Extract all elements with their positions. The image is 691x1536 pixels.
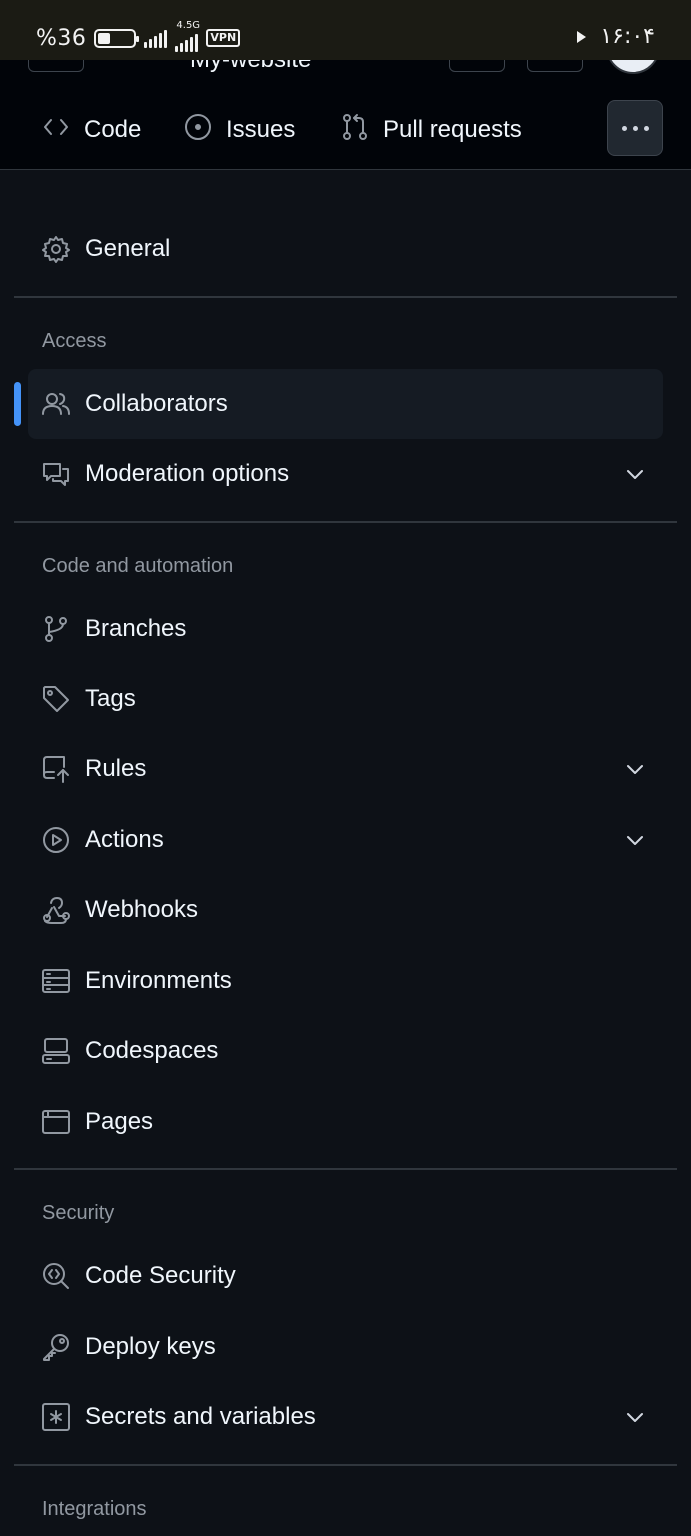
menu-item-label: Deploy keys [85,1333,216,1360]
section-title-integrations: Integrations [42,1498,147,1520]
menu-item-rules[interactable]: Rules [28,734,663,804]
codescan-icon [42,1262,70,1290]
server-icon [42,967,70,995]
menu-item-label: Moderation options [85,460,290,487]
menu-item-environments[interactable]: Environments [28,946,663,1016]
tab-pull-requests[interactable]: Pull requests [341,100,522,160]
clock: ۱۶:۰۴ [600,24,655,49]
codespaces-icon [42,1037,70,1065]
gear-icon [42,235,70,263]
status-bar-left: %36 4.5G VPN [36,20,241,52]
repo-name[interactable]: My-website [190,60,311,74]
status-bar-right: ۱۶:۰۴ [577,24,655,49]
divider [14,521,677,523]
menu-item-code-security[interactable]: Code Security [28,1241,663,1311]
divider [14,296,677,298]
menu-item-label: Code Security [85,1262,236,1289]
battery-fill [98,32,111,44]
play-icon [42,826,70,854]
media-play-icon [577,30,587,43]
menu-item-moderation-options[interactable]: Moderation options [28,439,663,509]
back-icon[interactable] [112,60,162,68]
menu-item-codespaces[interactable]: Codespaces [28,1016,663,1086]
tab-code-label: Code [84,116,142,143]
divider [14,1168,677,1170]
menu-item-label: Environments [85,967,232,994]
menu-item-label: Tags [85,685,136,712]
menu-item-webhooks[interactable]: Webhooks [28,875,663,945]
mobile-data-icon: 4.5G [175,20,200,52]
menu-item-label: Pages [85,1108,154,1135]
tab-issues-label: Issues [226,116,296,143]
signal-strength-icon [144,28,168,48]
tab-pull-requests-label: Pull requests [383,116,522,143]
repo-tabs: Code Issues Pull requests [0,100,691,160]
section-title-code-and-automation: Code and automation [42,555,234,577]
chevron-down-icon[interactable] [625,759,645,779]
menu-item-label: Rules [85,755,147,782]
git-branch-icon [42,615,70,643]
more-tabs-button[interactable] [607,100,663,156]
tag-icon [42,685,70,713]
avatar[interactable] [606,60,660,74]
issue-opened-icon [184,113,212,148]
notifications-button[interactable] [527,60,583,72]
section-title-security: Security [42,1202,115,1224]
divider [14,1464,677,1466]
chevron-down-icon[interactable] [625,464,645,484]
tab-issues[interactable]: Issues [184,100,295,160]
status-bar: %36 4.5G VPN ۱۶:۰۴ [0,0,691,60]
menu-item-label: Codespaces [85,1037,219,1064]
repo-header: My-website Code Issues Pull requests [0,60,691,170]
menu-item-label: Actions [85,826,164,853]
code-icon [42,113,70,148]
menu-item-label: Webhooks [85,896,198,923]
menu-item-pages[interactable]: Pages [28,1087,663,1157]
chevron-down-icon[interactable] [625,830,645,850]
webhook-icon [42,896,70,924]
menu-item-deploy-keys[interactable]: Deploy keys [28,1312,663,1382]
menu-item-secrets-and-variables[interactable]: Secrets and variables [28,1382,663,1452]
menu-item-branches[interactable]: Branches [28,594,663,664]
menu-item-label: Branches [85,615,187,642]
menu-item-actions[interactable]: Actions [28,805,663,875]
network-type-label: 4.5G [176,20,201,31]
key-asterisk-icon [42,1403,70,1431]
menu-item-label: Collaborators [85,390,228,417]
vpn-icon: VPN [206,29,241,47]
active-indicator [14,382,21,426]
git-pull-request-icon [341,113,369,148]
tab-code[interactable]: Code [42,100,141,160]
menu-item-collaborators[interactable]: Collaborators [28,369,663,439]
battery-icon [94,28,140,48]
search-button[interactable] [449,60,505,72]
chevron-down-icon[interactable] [625,1407,645,1427]
repo-push-icon [42,755,70,783]
browser-icon [42,1108,70,1136]
menu-button[interactable] [28,60,84,72]
battery-percentage: %36 [36,25,87,51]
people-icon [42,390,70,418]
key-icon [42,1333,70,1361]
comment-discussion-icon [42,460,70,488]
section-title-access: Access [42,330,107,352]
menu-item-label: General [85,235,171,262]
menu-item-label: Secrets and variables [85,1403,316,1430]
menu-item-tags[interactable]: Tags [28,664,663,734]
menu-item-general[interactable]: General [28,214,663,284]
